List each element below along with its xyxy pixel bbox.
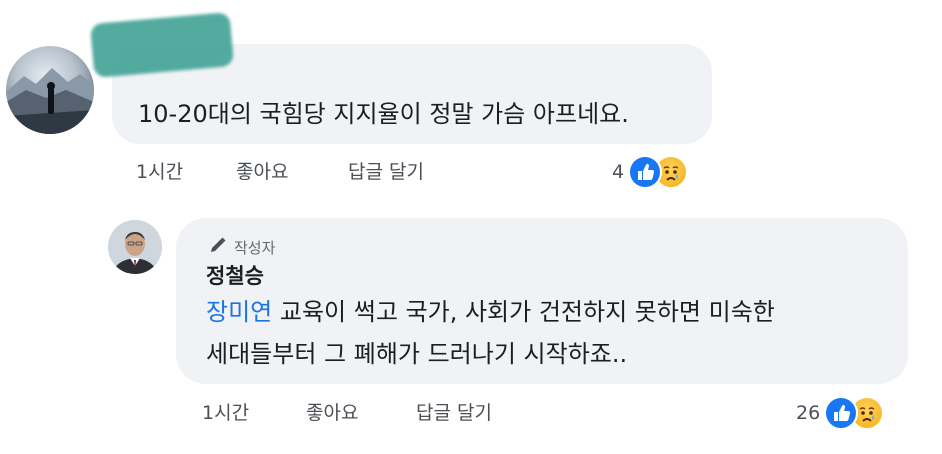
pencil-icon xyxy=(208,235,228,259)
reply-text-1: 교육이 썩고 국가, 사회가 건전하지 못하면 미숙한 xyxy=(272,298,775,326)
reply-reaction-count: 26 xyxy=(796,402,821,424)
like-icon xyxy=(628,155,663,189)
author-name[interactable]: 정철승 xyxy=(206,262,264,290)
reply-reaction-summary[interactable]: 26 xyxy=(796,393,885,433)
reply-like-button[interactable]: 좋아요 xyxy=(306,398,358,428)
author-avatar[interactable] xyxy=(108,220,162,274)
mention-link[interactable]: 장미연 xyxy=(206,298,272,326)
like-button[interactable]: 좋아요 xyxy=(236,157,288,187)
comment-time[interactable]: 1시간 xyxy=(136,157,183,187)
comment-thread: 10-20대의 국힘당 지지율이 정말 가슴 아프네요. 1시간 좋아요 답글 … xyxy=(0,0,942,454)
landscape-photo-icon xyxy=(6,68,94,134)
reply-text-line-2: 세대들부터 그 폐해가 드러나기 시작하죠.. xyxy=(206,340,628,368)
author-badge-label: 작성자 xyxy=(234,238,276,257)
reaction-count: 4 xyxy=(612,161,625,183)
reply-text-line-1: 장미연 교육이 썩고 국가, 사회가 건전하지 못하면 미숙한 xyxy=(206,296,775,328)
comment-text: 10-20대의 국힘당 지지율이 정말 가슴 아프네요. xyxy=(138,100,629,128)
commenter-avatar[interactable] xyxy=(6,46,94,134)
reply-button[interactable]: 답글 달기 xyxy=(348,157,424,187)
reaction-summary[interactable]: 4 xyxy=(612,152,689,192)
person-photo-icon xyxy=(108,220,162,274)
reply-reply-button[interactable]: 답글 달기 xyxy=(416,398,492,428)
like-icon xyxy=(824,396,859,430)
author-badge: 작성자 xyxy=(208,236,275,258)
reply-time[interactable]: 1시간 xyxy=(202,398,249,428)
